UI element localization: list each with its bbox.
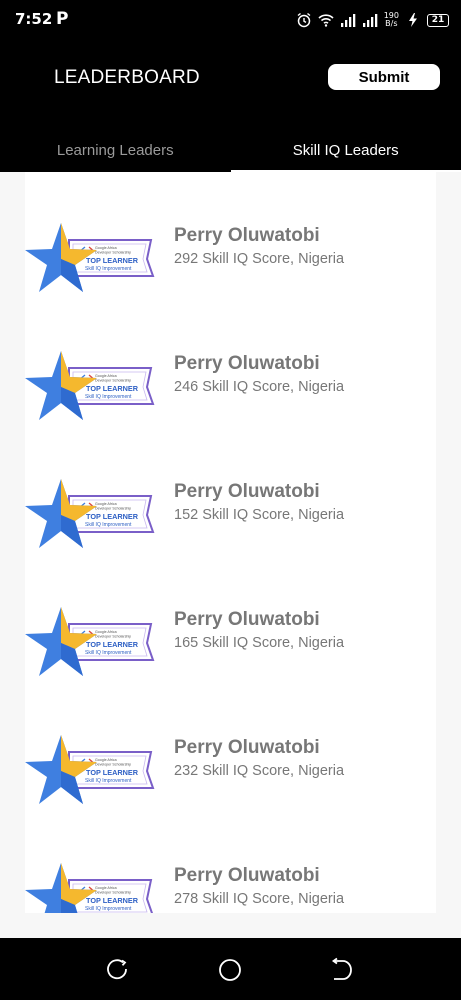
badge-line-2: Developer Scholarship [95,251,131,255]
badge-line-2: Developer Scholarship [95,635,131,639]
leader-score-country: 246 Skill IQ Score, Nigeria [174,379,345,395]
top-learner-badge-icon: Google Africa Developer Scholarship TOP … [25,863,154,913]
badge-title: TOP LEARNER [86,768,139,777]
top-learner-badge-icon: Google Africa Developer Scholarship TOP … [25,607,155,676]
list-item[interactable]: Google Africa Developer Scholarship TOP … [25,450,436,578]
app-notification-icon: P [56,9,69,29]
badge-line-2: Developer Scholarship [95,507,131,511]
badge-subtitle: Skill IQ Improvement [85,522,132,528]
submit-button[interactable]: Submit [328,64,440,90]
screen: 7:52 P 190 B/s 21 LEADERBOARD Submit Lea… [0,0,461,1000]
list-item[interactable]: Google Africa Developer Scholarship TOP … [25,834,436,913]
app-bar: LEADERBOARD Submit Learning Leaders Skil… [0,40,461,172]
tab-learning-leaders[interactable]: Learning Leaders [0,128,231,172]
leader-score-country: 232 Skill IQ Score, Nigeria [174,763,345,779]
leader-name: Perry Oluwatobi [174,865,320,886]
list-item[interactable]: Google Africa Developer Scholarship TOP … [25,322,436,450]
badge-subtitle: Skill IQ Improvement [85,778,132,784]
wifi-icon [318,14,334,27]
alarm-icon [297,12,311,28]
badge-line-2: Developer Scholarship [95,379,131,383]
badge-line-2: Developer Scholarship [95,763,131,767]
badge-title: TOP LEARNER [86,896,139,905]
tab-skill-iq-leaders[interactable]: Skill IQ Leaders [230,128,461,172]
badge-subtitle: Skill IQ Improvement [85,650,132,656]
signal-icon-1 [340,14,356,27]
status-time: 7:52 [15,10,53,28]
status-bar: 7:52 P 190 B/s 21 [0,0,461,40]
leader-score-country: 165 Skill IQ Score, Nigeria [174,635,345,651]
badge-title: TOP LEARNER [86,512,139,521]
badge-line-1: Google Africa [95,758,117,762]
leader-score-country: 292 Skill IQ Score, Nigeria [174,251,345,267]
badge-line-2: Developer Scholarship [95,891,131,895]
badge-line-1: Google Africa [95,374,117,378]
leader-score-country: 152 Skill IQ Score, Nigeria [174,507,345,523]
tab-label: Learning Leaders [56,141,174,159]
battery-icon: 21 [427,13,449,27]
status-icons: 190 B/s 21 [296,10,449,30]
nav-bar [0,938,461,1000]
tab-label: Skill IQ Leaders [292,141,399,159]
leader-name: Perry Oluwatobi [174,481,320,502]
page-title: LEADERBOARD [54,67,200,88]
leader-name: Perry Oluwatobi [174,737,320,758]
signal-icon-2 [362,14,378,27]
badge-line-1: Google Africa [95,502,117,506]
top-learner-badge-icon: Google Africa Developer Scholarship TOP … [25,223,155,292]
recent-apps-icon[interactable] [105,957,131,983]
badge-subtitle: Skill IQ Improvement [85,394,132,400]
leader-score-country: 278 Skill IQ Score, Nigeria [174,891,345,907]
list-item[interactable]: Google Africa Developer Scholarship TOP … [25,194,436,322]
list-item[interactable]: Google Africa Developer Scholarship TOP … [25,706,436,834]
net-speed: 190 B/s [384,12,399,28]
top-learner-badge-icon: Google Africa Developer Scholarship TOP … [25,351,155,420]
badge-title: TOP LEARNER [86,640,139,649]
badge-subtitle: Skill IQ Improvement [85,266,132,272]
net-speed-unit: B/s [385,19,398,28]
leader-name: Perry Oluwatobi [174,609,320,630]
top-learner-badge-icon: Google Africa Developer Scholarship TOP … [25,735,155,804]
badge-subtitle: Skill IQ Improvement [85,906,132,912]
home-icon[interactable] [217,957,243,983]
badge-line-1: Google Africa [95,886,117,890]
back-icon[interactable] [328,957,354,983]
top-learner-badge-icon: Google Africa Developer Scholarship TOP … [25,479,155,548]
badge-line-1: Google Africa [95,246,117,250]
list-item[interactable]: Google Africa Developer Scholarship TOP … [25,578,436,706]
leader-name: Perry Oluwatobi [174,353,320,374]
badge-title: TOP LEARNER [86,256,139,265]
charging-icon [409,13,417,27]
leader-list[interactable]: Google Africa Developer Scholarship TOP … [25,172,436,913]
badge-line-1: Google Africa [95,630,117,634]
badge-title: TOP LEARNER [86,384,139,393]
tab-bar: Learning Leaders Skill IQ Leaders [0,128,461,172]
leader-name: Perry Oluwatobi [174,225,320,246]
